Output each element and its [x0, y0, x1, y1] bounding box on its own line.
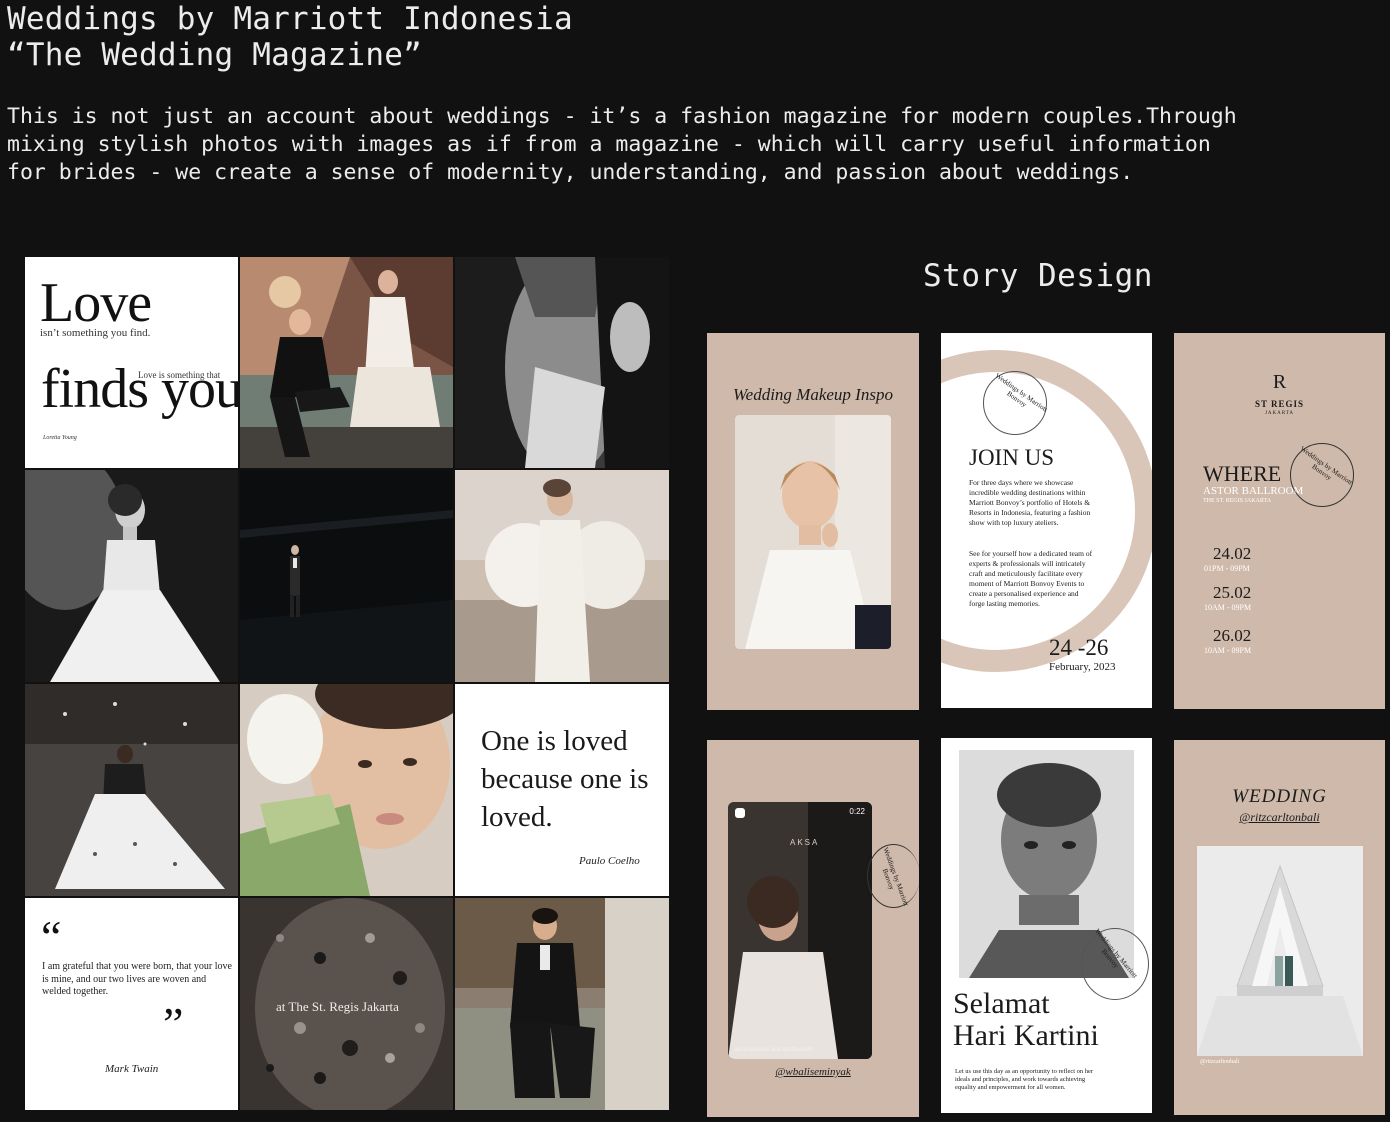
story-kartini-card[interactable]: Weddings by Marriott Bonvoy Selamat Hari…: [941, 738, 1152, 1113]
story-join-us-card[interactable]: Weddings by Marriott Bonvoy JOIN US For …: [941, 333, 1152, 708]
groom-dark-photo[interactable]: [240, 470, 453, 682]
kartini-body: Let us use this day as an opportunity to…: [955, 1068, 1094, 1091]
love-quote-post[interactable]: Love isn’t something you find. Love is s…: [25, 257, 238, 468]
bride-bw-photo[interactable]: [25, 470, 238, 682]
page-title: Weddings by Marriott Indonesia: [7, 1, 573, 37]
video-frame[interactable]: 0:22 AKSA aksa.creative and adrihumam: [728, 802, 872, 1059]
groom-dark-image: [240, 470, 453, 682]
join-heading: JOIN US: [969, 445, 1054, 470]
makeup-title: Wedding Makeup Inspo: [733, 385, 893, 404]
embrace-bw-image: [455, 257, 669, 468]
couple-sofa-image: [240, 257, 453, 468]
where-venue: ASTOR BALLROOM: [1203, 485, 1304, 497]
schedule-time-1: 01PM - 09PM: [1204, 564, 1250, 573]
love-headline: Love: [40, 272, 152, 334]
st-regis-logo-mark: R: [1272, 371, 1287, 393]
flower-beauty-photo[interactable]: [240, 684, 453, 896]
story-ritz-card[interactable]: WEDDING @ritzcarltonbali @ritzcarltonbal…: [1174, 740, 1385, 1115]
finds-you-text: finds you: [41, 358, 238, 420]
close-quote-mark: ”: [163, 998, 184, 1049]
join-paragraph-1: For three days where we showcase incredi…: [969, 478, 1091, 527]
ritz-chapel-photo: [1197, 846, 1363, 1056]
coelho-quote-text: One is loved because one is loved.: [481, 725, 649, 833]
seated-groom-image: [455, 898, 669, 1110]
where-heading: WHERE: [1203, 461, 1282, 486]
schedule-date-3: 26.02: [1213, 626, 1252, 645]
bride-bw-image: [25, 470, 238, 682]
story-video-card[interactable]: 0:22 AKSA aksa.creative and adrihumam We…: [707, 740, 919, 1117]
embrace-bw-photo[interactable]: [455, 257, 669, 468]
kartini-title-line2: Hari Kartini: [953, 1019, 1099, 1052]
kartini-title-line1: Selamat: [953, 987, 1050, 1020]
feed-grid: Love isn’t something you find. Love is s…: [25, 257, 669, 1111]
open-quote-mark: “: [41, 911, 62, 962]
video-handle[interactable]: @wbaliseminyak: [707, 1066, 919, 1078]
join-paragraph-2: See for yourself how a dedicated team of…: [969, 549, 1093, 608]
coelho-author: Paulo Coelho: [579, 855, 640, 867]
ritz-photo-credit: @ritzcarltonbali: [1200, 1059, 1240, 1065]
video-time: 0:22: [849, 807, 865, 816]
puff-sleeve-photo[interactable]: [455, 470, 669, 682]
flower-beauty-image: [240, 684, 453, 896]
twain-quote-post[interactable]: “ I am grateful that you were born, that…: [25, 898, 238, 1110]
page-subtitle: “The Wedding Magazine”: [7, 37, 422, 73]
video-caption: aksa.creative and adrihumam: [734, 1047, 813, 1053]
intro-paragraph: This is not just an account about weddin…: [7, 104, 1237, 185]
video-brand: AKSA: [790, 838, 820, 847]
love-subline: isn’t something you find.: [40, 327, 151, 339]
st-regis-logo-name: ST REGIS: [1254, 399, 1305, 409]
puff-sleeve-image: [455, 470, 669, 682]
schedule-date-1: 24.02: [1213, 544, 1252, 563]
st-regis-logo-city: JAKARTA: [1264, 411, 1295, 416]
join-month: February, 2023: [1049, 661, 1116, 673]
schedule-time-3: 10AM - 09PM: [1204, 646, 1252, 655]
couple-sofa-photo[interactable]: [240, 257, 453, 468]
twain-quote-text: I am grateful that you were born, that y…: [42, 961, 232, 997]
ritz-title: WEDDING: [1232, 786, 1327, 807]
st-regis-sequin-post[interactable]: at The St. Regis Jakarta: [240, 898, 453, 1110]
seated-groom-photo[interactable]: [455, 898, 669, 1110]
story-makeup-card[interactable]: Wedding Makeup Inspo: [707, 333, 919, 710]
story-design-heading: Story Design: [923, 258, 1153, 294]
love-author: Loretta Young: [43, 435, 77, 441]
schedule-date-2: 25.02: [1213, 583, 1252, 602]
schedule-time-2: 10AM - 09PM: [1204, 603, 1252, 612]
ballroom-bride-photo[interactable]: [25, 684, 238, 896]
ballroom-bride-image: [25, 684, 238, 896]
st-regis-caption: at The St. Regis Jakarta: [276, 999, 399, 1014]
story-st-regis-card[interactable]: R ST REGIS JAKARTA Weddings by Marriott …: [1174, 333, 1385, 709]
coelho-quote-post[interactable]: One is loved because one is loved. Paulo…: [455, 684, 669, 896]
twain-author: Mark Twain: [105, 1063, 159, 1075]
join-dates: 24 -26: [1049, 635, 1109, 660]
where-venue-sub: THE ST. REGIS JAKARTA: [1203, 498, 1272, 504]
ritz-handle[interactable]: @ritzcarltonbali: [1174, 810, 1385, 825]
reel-icon: [735, 808, 745, 818]
makeup-photo: [735, 415, 891, 649]
